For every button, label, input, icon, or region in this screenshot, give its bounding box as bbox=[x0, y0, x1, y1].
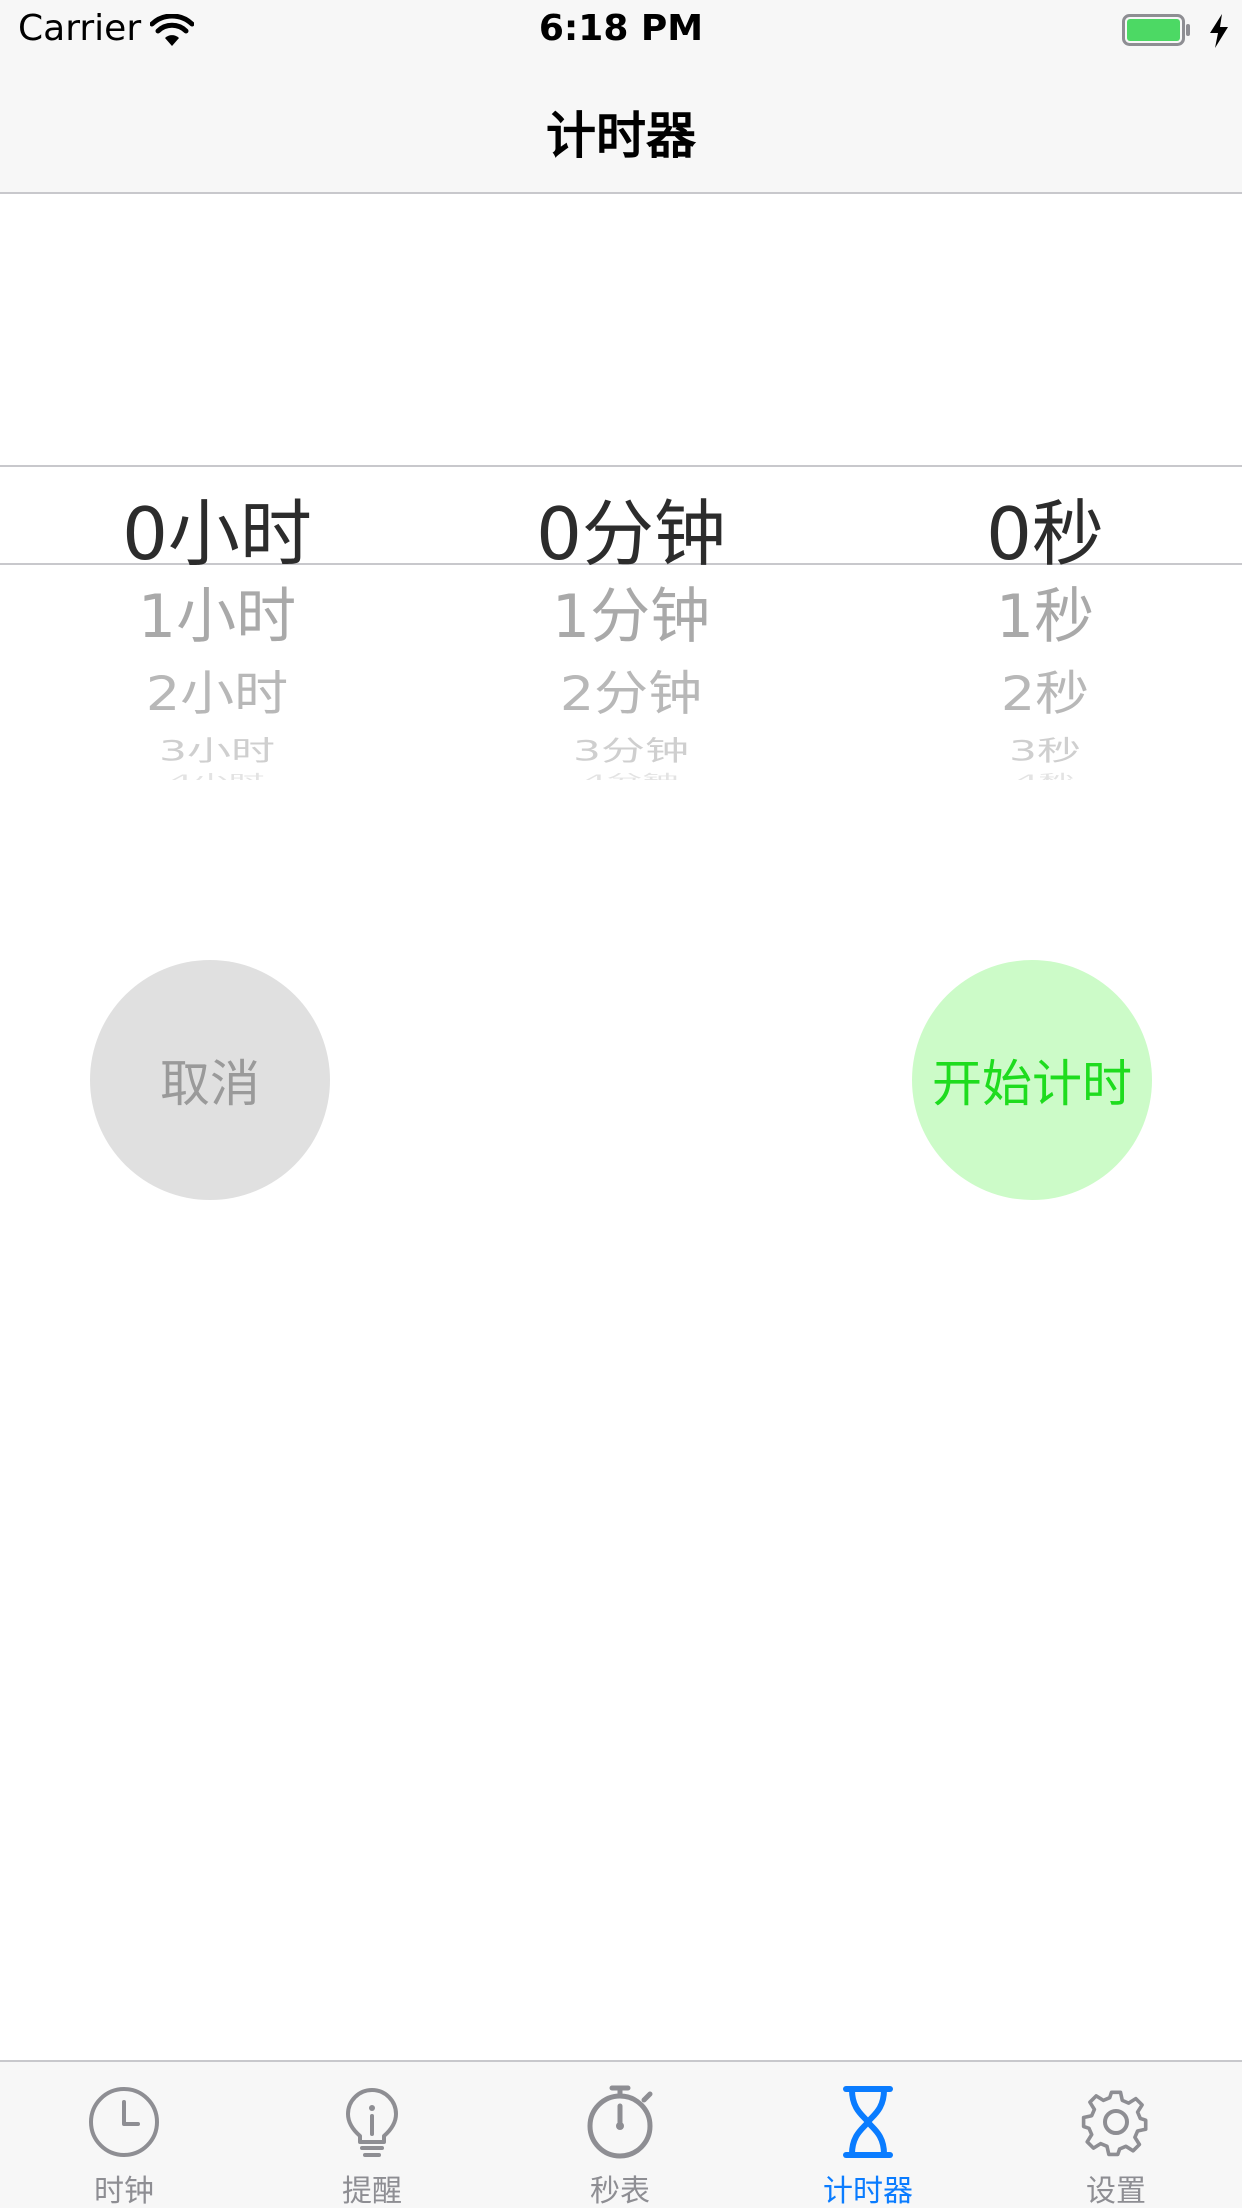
tab-stopwatch[interactable]: 秒表 bbox=[496, 2062, 744, 2208]
navigation-bar: 计时器 bbox=[0, 60, 1242, 194]
start-timer-button[interactable]: 开始计时 bbox=[912, 960, 1152, 1200]
status-bar: Carrier 6:18 PM bbox=[0, 0, 1242, 60]
seconds-wheel[interactable]: 0秒 1秒 2秒 3秒 4秒 bbox=[838, 300, 1242, 780]
cancel-button[interactable]: 取消 bbox=[90, 960, 330, 1200]
seconds-option[interactable]: 2秒 bbox=[838, 655, 1242, 725]
tab-label: 提醒 bbox=[342, 2174, 402, 2208]
tab-clock[interactable]: 时钟 bbox=[0, 2062, 248, 2208]
tab-label: 设置 bbox=[1086, 2174, 1146, 2208]
hours-option[interactable]: 2小时 bbox=[10, 655, 424, 725]
seconds-option[interactable]: 1秒 bbox=[838, 568, 1242, 655]
minutes-wheel[interactable]: 0分钟 1分钟 2分钟 3分钟 4分钟 bbox=[424, 300, 838, 780]
minutes-option[interactable]: 3分钟 bbox=[424, 728, 838, 768]
tab-label: 计时器 bbox=[823, 2174, 913, 2208]
minutes-option[interactable]: 1分钟 bbox=[424, 568, 838, 655]
minutes-option[interactable]: 2分钟 bbox=[424, 655, 838, 725]
seconds-option[interactable]: 3秒 bbox=[838, 728, 1242, 768]
tab-settings[interactable]: 设置 bbox=[992, 2062, 1240, 2208]
lightbulb-icon bbox=[346, 2088, 398, 2157]
tab-reminder[interactable]: 提醒 bbox=[248, 2062, 496, 2208]
tab-bar: 时钟 提醒 秒表 计时器 设置 bbox=[0, 2060, 1242, 2208]
page-title: 计时器 bbox=[546, 107, 696, 165]
tab-label: 秒表 bbox=[590, 2174, 650, 2208]
hours-option[interactable]: 1小时 bbox=[10, 568, 424, 655]
seconds-option[interactable]: 4秒 bbox=[838, 769, 1242, 780]
status-time: 6:18 PM bbox=[538, 8, 704, 49]
duration-picker[interactable]: 0小时 1小时 2小时 3小时 4小时 0分钟 1分钟 2分钟 3分钟 4分钟 … bbox=[0, 300, 1242, 780]
hourglass-icon bbox=[843, 2086, 893, 2158]
tab-label: 时钟 bbox=[94, 2174, 154, 2208]
hours-option[interactable]: 4小时 bbox=[10, 769, 424, 780]
stopwatch-icon bbox=[587, 2085, 653, 2159]
battery-icon bbox=[1122, 14, 1190, 46]
clock-icon bbox=[89, 2087, 159, 2157]
gear-icon bbox=[1081, 2090, 1148, 2157]
charging-bolt-icon bbox=[1210, 14, 1228, 48]
timer-screen: Carrier 6:18 PM 计时器 0小时 1小时 2小时 3小时 4小时 bbox=[0, 0, 1242, 2208]
tab-timer[interactable]: 计时器 bbox=[744, 2062, 992, 2208]
hours-option[interactable]: 3小时 bbox=[10, 728, 424, 768]
hours-wheel[interactable]: 0小时 1小时 2小时 3小时 4小时 bbox=[10, 300, 424, 780]
minutes-option-selected[interactable]: 0分钟 bbox=[424, 475, 838, 580]
hours-option-selected[interactable]: 0小时 bbox=[10, 475, 424, 580]
minutes-option[interactable]: 4分钟 bbox=[424, 769, 838, 780]
seconds-option-selected[interactable]: 0秒 bbox=[838, 475, 1242, 580]
